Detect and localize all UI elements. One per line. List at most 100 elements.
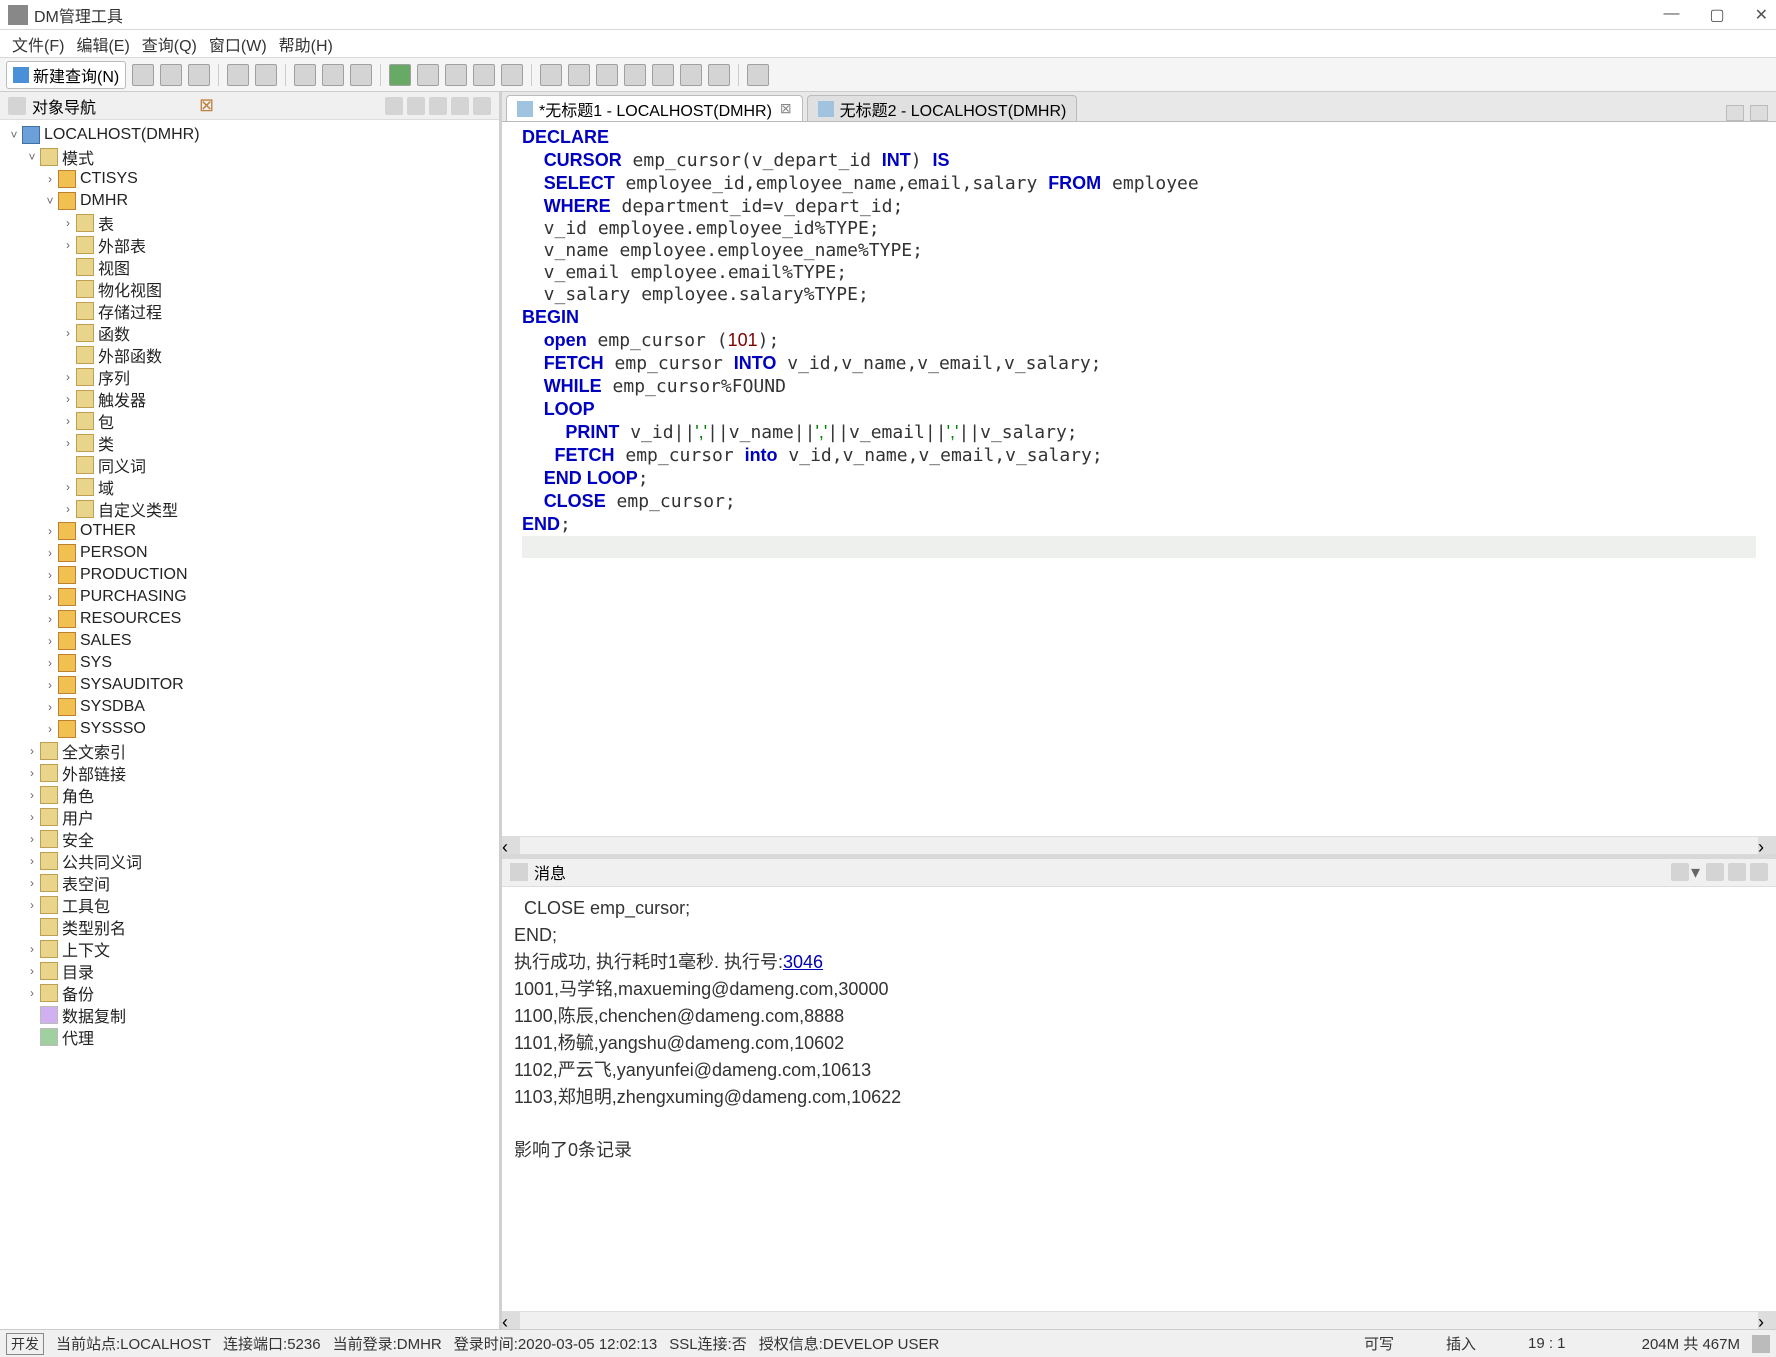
trash-icon[interactable] — [1752, 1335, 1770, 1353]
tree-item[interactable]: ›触发器 — [0, 388, 499, 410]
toolbar-icon-6[interactable] — [322, 64, 344, 86]
tree-item[interactable]: ›序列 — [0, 366, 499, 388]
exec-id-link[interactable]: 3046 — [783, 952, 823, 972]
h-scrollbar[interactable]: ‹› — [502, 1311, 1776, 1329]
toolbar-icon-14[interactable] — [596, 64, 618, 86]
tree-item[interactable]: ›上下文 — [0, 938, 499, 960]
tree-item[interactable]: ›函数 — [0, 322, 499, 344]
toolbar-icon-9[interactable] — [445, 64, 467, 86]
tree-schema-dmhr[interactable]: ˅DMHR — [0, 190, 499, 212]
tree-item[interactable]: ›表 — [0, 212, 499, 234]
close-button[interactable]: ✕ — [1755, 5, 1768, 25]
undo-icon[interactable] — [227, 64, 249, 86]
folder-icon — [40, 984, 58, 1002]
tree-item[interactable]: 同义词 — [0, 454, 499, 476]
save-icon[interactable] — [451, 97, 469, 115]
toolbar-icon-1[interactable] — [132, 64, 154, 86]
tree-schema-purchasing[interactable]: ›PURCHASING — [0, 586, 499, 608]
tree-item[interactable]: 存储过程 — [0, 300, 499, 322]
tree-item[interactable]: 代理 — [0, 1026, 499, 1048]
tree-schema-folder[interactable]: ˅模式 — [0, 146, 499, 168]
tree-item[interactable]: 视图 — [0, 256, 499, 278]
toolbar-icon-5[interactable] — [294, 64, 316, 86]
tree-item[interactable]: ›工具包 — [0, 894, 499, 916]
menu-window[interactable]: 窗口(W) — [205, 30, 271, 58]
tree-item[interactable]: ›自定义类型 — [0, 498, 499, 520]
tree-item[interactable]: ›包 — [0, 410, 499, 432]
tree-schema-sysauditor[interactable]: ›SYSAUDITOR — [0, 674, 499, 696]
menu-file[interactable]: 文件(F) — [8, 30, 68, 58]
schema-icon — [58, 720, 76, 738]
toolbar-icon-15[interactable] — [624, 64, 646, 86]
tab-2[interactable]: 无标题2 - LOCALHOST(DMHR) — [807, 95, 1078, 121]
output-body[interactable]: CLOSE emp_cursor; END; 执行成功, 执行耗时1毫秒. 执行… — [502, 887, 1776, 1311]
tree-item[interactable]: 外部函数 — [0, 344, 499, 366]
menu-query[interactable]: 查询(Q) — [138, 30, 201, 58]
minimize-icon[interactable] — [1726, 105, 1744, 121]
tree-item[interactable]: ›类 — [0, 432, 499, 454]
tree-schema-sys[interactable]: ›SYS — [0, 652, 499, 674]
cursor-pos: 19 : 1 — [1528, 1335, 1598, 1352]
tree-item[interactable]: ›外部链接 — [0, 762, 499, 784]
tree-schema-ctisys[interactable]: ›CTISYS — [0, 168, 499, 190]
h-scrollbar[interactable]: ‹› — [502, 836, 1776, 854]
tree-item[interactable]: ›域 — [0, 476, 499, 498]
tree-item[interactable]: ›用户 — [0, 806, 499, 828]
expand-icon[interactable] — [1728, 863, 1746, 881]
toolbar-icon-8[interactable] — [417, 64, 439, 86]
redo-icon[interactable] — [255, 64, 277, 86]
tree-item[interactable]: ›安全 — [0, 828, 499, 850]
tree-schema-syssso[interactable]: ›SYSSSO — [0, 718, 499, 740]
toolbar-icon-18[interactable] — [708, 64, 730, 86]
toolbar-icon-11[interactable] — [501, 64, 523, 86]
toolbar-icon-16[interactable] — [652, 64, 674, 86]
tree-schema-production[interactable]: ›PRODUCTION — [0, 564, 499, 586]
schema-icon — [58, 170, 76, 188]
close-panel-icon[interactable] — [1750, 863, 1768, 881]
refresh-icon[interactable] — [385, 97, 403, 115]
menu-help[interactable]: 帮助(H) — [275, 30, 337, 58]
collapse-icon[interactable] — [429, 97, 447, 115]
maximize-button[interactable]: ▢ — [1709, 5, 1724, 25]
tree-item[interactable]: ›全文索引 — [0, 740, 499, 762]
tree-schema-person[interactable]: ›PERSON — [0, 542, 499, 564]
toolbar-icon-2[interactable] — [160, 64, 182, 86]
toolbar-icon-17[interactable] — [680, 64, 702, 86]
object-tree[interactable]: ˅LOCALHOST(DMHR) ˅模式 ›CTISYS ˅DMHR ›表 ›外… — [0, 120, 499, 1329]
save-icon[interactable] — [188, 64, 210, 86]
menu-edit[interactable]: 编辑(E) — [72, 30, 133, 58]
tree-schema-resources[interactable]: ›RESOURCES — [0, 608, 499, 630]
schema-icon — [58, 566, 76, 584]
toolbar-icon-10[interactable] — [473, 64, 495, 86]
tree-item[interactable]: 物化视图 — [0, 278, 499, 300]
sql-editor[interactable]: DECLARE CURSOR emp_cursor(v_depart_id IN… — [502, 122, 1776, 836]
tree-item[interactable]: ›表空间 — [0, 872, 499, 894]
tree-item[interactable]: ›备份 — [0, 982, 499, 1004]
tree-item[interactable]: ›外部表 — [0, 234, 499, 256]
link-icon[interactable] — [407, 97, 425, 115]
toolbar-icon-13[interactable] — [568, 64, 590, 86]
new-query-button[interactable]: 新建查询(N) — [6, 61, 126, 89]
tree-schema-sysdba[interactable]: ›SYSDBA — [0, 696, 499, 718]
minimize-button[interactable]: — — [1663, 5, 1679, 25]
close-icon[interactable]: ⊠ — [780, 100, 792, 117]
site-label: 当前站点:LOCALHOST — [56, 1333, 211, 1354]
tree-schema-other[interactable]: ›OTHER — [0, 520, 499, 542]
maximize-icon[interactable] — [1750, 105, 1768, 121]
tree-schema-sales[interactable]: ›SALES — [0, 630, 499, 652]
folder-icon — [76, 390, 94, 408]
tree-item[interactable]: ›目录 — [0, 960, 499, 982]
tree-item[interactable]: ›角色 — [0, 784, 499, 806]
tree-root[interactable]: ˅LOCALHOST(DMHR) — [0, 124, 499, 146]
bug-icon[interactable] — [747, 64, 769, 86]
tree-item[interactable]: 数据复制 — [0, 1004, 499, 1026]
menu-icon[interactable] — [473, 97, 491, 115]
tree-item[interactable]: ›公共同义词 — [0, 850, 499, 872]
tree-item[interactable]: 类型别名 — [0, 916, 499, 938]
toolbar-icon-7[interactable] — [350, 64, 372, 86]
grid-icon[interactable] — [1671, 863, 1689, 881]
tab-1[interactable]: *无标题1 - LOCALHOST(DMHR)⊠ — [506, 95, 803, 121]
pin-icon[interactable] — [1706, 863, 1724, 881]
run-icon[interactable] — [389, 64, 411, 86]
toolbar-icon-12[interactable] — [540, 64, 562, 86]
